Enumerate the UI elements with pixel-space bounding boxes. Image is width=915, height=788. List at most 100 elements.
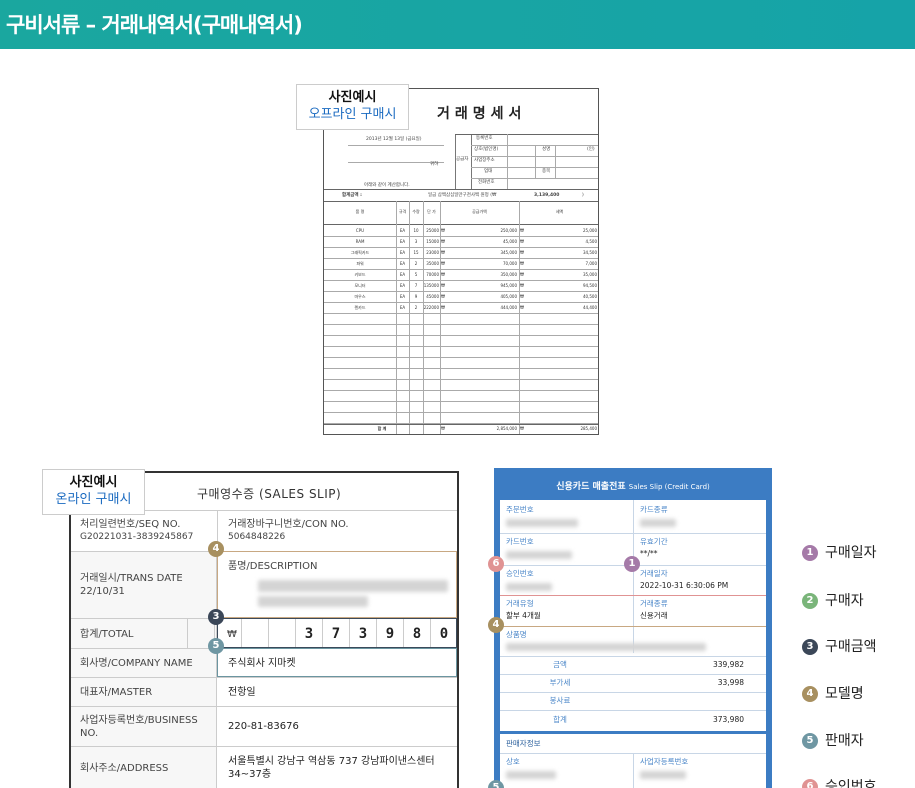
- legend-label: 판매자: [825, 733, 864, 749]
- slip-row: 대표자/MASTER 전항일: [71, 677, 457, 706]
- marker-5: 5: [208, 638, 224, 654]
- row-divider: [324, 390, 598, 391]
- legend-marker: 1: [802, 545, 818, 561]
- legend-label: 승인번호: [825, 779, 877, 788]
- total-value: 3,139,400: [534, 193, 560, 198]
- cc-seller-panel: 판매자정보 상호 사업자등록번호: [500, 734, 766, 788]
- supplier-field: 업태: [484, 169, 493, 174]
- bizno-label: 사업자등록번호/BUSINESS: [80, 715, 198, 726]
- seller-bizno-label: 사업자등록번호: [640, 757, 689, 766]
- row-tax: 44,400: [583, 305, 597, 310]
- vat-value: 33,998: [717, 678, 744, 687]
- row-supply: 350,000: [500, 272, 517, 277]
- legend-label: 모델명: [825, 686, 864, 702]
- row-price: 15000: [426, 239, 439, 244]
- legend-marker: 6: [802, 779, 818, 788]
- invoice-date: 2013년 12월 13일 (금요일): [366, 137, 422, 142]
- row-price: 70000: [426, 272, 439, 277]
- row-tax: 94,500: [583, 283, 597, 288]
- total-text: 일금 삼백삼십일만구천사백 원정 (₩: [428, 193, 497, 198]
- marker-3: 3: [208, 609, 224, 625]
- row-name: CPU: [355, 228, 365, 233]
- invoice-title: 거래명세서: [437, 106, 527, 122]
- row-price: 35000: [426, 261, 439, 266]
- supplier-field: 종목: [542, 169, 551, 174]
- trade-kind-value: 신용거래: [640, 611, 668, 620]
- legend-marker: 3: [802, 639, 818, 655]
- address-label: 회사주소/ADDRESS: [80, 763, 169, 774]
- offline-example-caption: 사진예시 오프라인 구매시: [296, 84, 409, 130]
- row-unit: EA: [399, 250, 406, 255]
- cc-info-panel: 주문번호 카드종류 카드번호 유효기간 **/** 승인번호 거래일자 2022…: [500, 500, 766, 731]
- seller-highlight: [217, 648, 457, 677]
- seller-name-label: 상호: [506, 757, 520, 766]
- row-unit: EA: [399, 228, 406, 233]
- row-divider: [324, 258, 598, 259]
- total-label: 합계금액 :: [342, 193, 362, 198]
- cc-title: 신용카드 매출전표 Sales Slip (Credit Card): [494, 479, 772, 492]
- sum-label: 합 계: [377, 426, 387, 431]
- amount-value: 339,982: [712, 660, 744, 669]
- sum-tax: 285,400: [580, 426, 597, 431]
- row-name: 모니터: [354, 283, 366, 288]
- caption-subtitle: 오프라인 구매시: [308, 107, 397, 122]
- column-header: 수량: [412, 209, 420, 214]
- row-unit: EA: [399, 239, 406, 244]
- row-divider: [324, 280, 598, 281]
- legend-label: 구매자: [825, 593, 864, 609]
- marker-4: 4: [488, 617, 504, 633]
- slip-row: 사업자등록번호/BUSINESS NO. 220-81-83676: [71, 706, 457, 746]
- recipient-suffix: 귀하: [430, 162, 439, 167]
- valid-label: 유효기간: [640, 537, 668, 546]
- row-qty: 3: [414, 239, 418, 244]
- trade-date-label: 거래일자: [640, 569, 668, 578]
- caption-title: 사진예시: [69, 475, 118, 490]
- row-price: 25000: [426, 228, 439, 233]
- supplier-field: 상호(법인명): [474, 147, 499, 152]
- company-label: 회사명/COMPANY NAME: [80, 658, 193, 669]
- row-tax: 7,000: [585, 261, 597, 266]
- row-tax: 25,000: [583, 228, 597, 233]
- row-divider: [324, 302, 598, 303]
- legend-marker: 4: [802, 686, 818, 702]
- legend-marker: 5: [802, 733, 818, 749]
- row-tax: 4,500: [585, 239, 597, 244]
- cc-subtitle: Sales Slip (Credit Card): [628, 483, 710, 491]
- row-name: 렌카드: [354, 305, 366, 310]
- address-value: 서울특별시 강남구 역삼동 737 강남파이낸스센터: [228, 756, 435, 767]
- row-supply: 945,000: [500, 283, 517, 288]
- marker-1: 1: [624, 556, 640, 572]
- seller-section-label: 판매자정보: [506, 739, 541, 748]
- sum-label: 합계: [553, 715, 567, 724]
- row-price: 135000: [423, 283, 439, 288]
- master-label: 대표자/MASTER: [80, 687, 153, 698]
- row-divider: [324, 247, 598, 248]
- page-header: 구비서류 – 거래내역서(구매내역서): [0, 0, 915, 49]
- row-qty: 2: [414, 261, 418, 266]
- supplier-field: 성명: [542, 147, 551, 152]
- row-divider: [324, 412, 598, 413]
- bizno-label-cont: NO.: [80, 728, 99, 739]
- row-supply: 405,000: [500, 294, 517, 299]
- card-type-label: 카드종류: [640, 505, 668, 514]
- column-header: 규격: [398, 209, 407, 214]
- trade-kind-label: 거래종류: [640, 599, 668, 608]
- row-supply: 345,000: [500, 250, 517, 255]
- row-divider: [324, 346, 598, 347]
- row-qty: 7: [414, 283, 418, 288]
- slip-row: 회사주소/ADDRESS 서울특별시 강남구 역삼동 737 강남파이낸스센터 …: [71, 746, 457, 788]
- row-qty: 15: [413, 250, 419, 255]
- total-label: 합계/TOTAL: [80, 629, 134, 640]
- row-unit: EA: [399, 272, 406, 277]
- sales-slip-image: 구매영수증 (SALES SLIP) 처리일련번호/SEQ NO. G20221…: [69, 471, 459, 788]
- online-example-caption: 사진예시 온라인 구매시: [42, 469, 145, 515]
- credit-card-slip-image: 신용카드 매출전표 Sales Slip (Credit Card) 주문번호 …: [494, 468, 772, 788]
- column-header: 단 가: [427, 209, 436, 214]
- page-title: 구비서류 – 거래내역서(구매내역서): [6, 13, 303, 37]
- row-price: 45000: [426, 294, 439, 299]
- model-highlight: [217, 551, 457, 618]
- row-qty: 9: [414, 294, 418, 299]
- slip-row: 처리일련번호/SEQ NO. G20221031-3839245867 거래장바…: [71, 510, 457, 552]
- seq-value: G20221031-3839245867: [80, 532, 194, 542]
- seal-mark: (인): [587, 147, 595, 152]
